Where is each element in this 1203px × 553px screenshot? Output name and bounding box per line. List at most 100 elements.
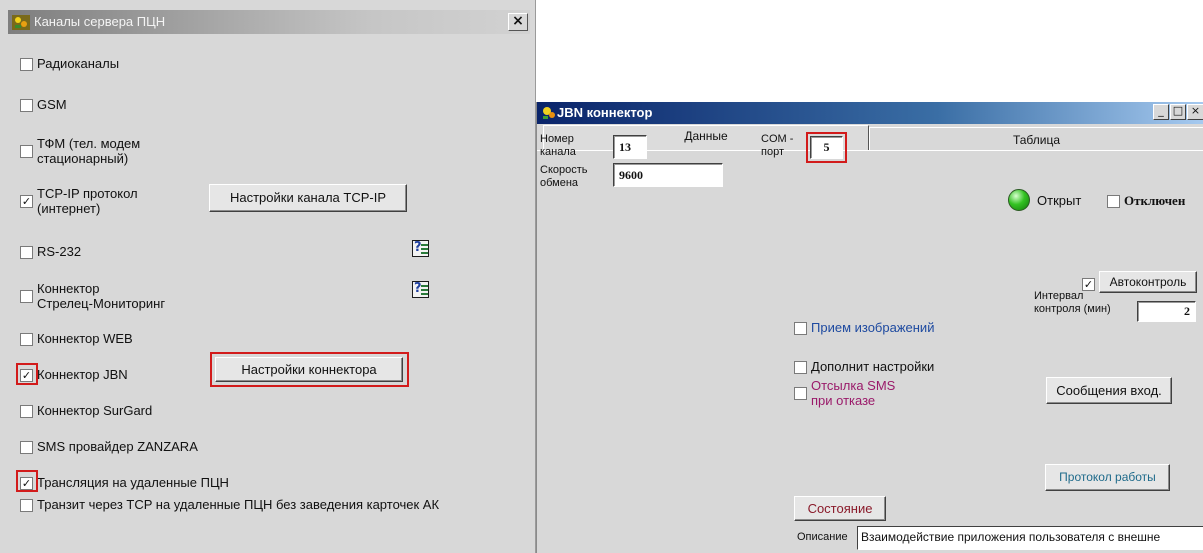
tab-table[interactable]: Таблица	[869, 127, 1203, 151]
jbn-titlebar[interactable]: JBN коннектор _ □ ×	[537, 102, 1203, 124]
app-icon	[12, 15, 30, 30]
description-label: Описание	[797, 531, 848, 543]
checkbox-autocontrol[interactable]: ✓	[1082, 276, 1095, 291]
label-line-1: TCP-IP протокол	[37, 186, 138, 201]
checkbox-jbn-connector[interactable]: ✓ Коннектор JBN	[20, 367, 128, 382]
server-channels-titlebar[interactable]: Каналы сервера ПЦН ×	[8, 10, 530, 34]
checkbox-label: Прием изображений	[811, 320, 935, 335]
checkbox-box[interactable]	[20, 405, 33, 418]
app-icon	[543, 107, 555, 119]
incoming-messages-button[interactable]: Сообщения вход.	[1046, 377, 1172, 404]
checkbox-tfm-modem[interactable]: ТФМ (тел. модем стационарный)	[20, 136, 140, 166]
checkbox-box[interactable]	[1107, 195, 1120, 208]
checkbox-tcp-ip[interactable]: ✓ TCP-IP протокол (интернет)	[20, 186, 138, 216]
checkbox-box-checked[interactable]: ✓	[20, 195, 33, 208]
checkbox-label: Коннектор SurGard	[37, 403, 153, 418]
checkbox-box[interactable]	[20, 290, 33, 303]
checkbox-rs232[interactable]: RS-232	[20, 244, 81, 259]
help-book-icon[interactable]: ?	[412, 281, 429, 298]
com-port-label: COM - порт	[761, 133, 793, 159]
label-line-2: Стрелец-Мониторинг	[37, 296, 166, 311]
status-led-icon	[1008, 189, 1030, 211]
label-line-2: при отказе	[811, 393, 876, 408]
checkbox-box[interactable]	[20, 499, 33, 512]
checkbox-box[interactable]	[20, 441, 33, 454]
label-line-2: канала	[540, 146, 576, 158]
checkbox-label: GSM	[37, 97, 67, 112]
work-protocol-button[interactable]: Протокол работы	[1045, 464, 1170, 491]
checkbox-box-checked[interactable]: ✓	[20, 477, 33, 490]
checkbox-box[interactable]	[794, 387, 807, 400]
checkbox-extra-settings[interactable]: Дополнит настройки	[794, 359, 934, 374]
window-title: JBN коннектор	[557, 105, 653, 120]
checkbox-label: ТФМ (тел. модем стационарный)	[37, 136, 140, 166]
label-line-1: Интервал	[1034, 290, 1084, 302]
checkbox-strelets-connector[interactable]: Коннектор Стрелец-Мониторинг	[20, 281, 165, 311]
checkbox-box[interactable]	[20, 145, 33, 158]
label-line-1: Номер	[540, 133, 574, 145]
checkbox-label: Коннектор WEB	[37, 331, 133, 346]
channel-number-field[interactable]: 13	[613, 135, 647, 159]
channel-label: Номер канала	[540, 133, 576, 159]
label-line-1: Скорость	[540, 164, 588, 176]
close-icon[interactable]: ×	[508, 13, 528, 31]
maximize-icon[interactable]: □	[1170, 104, 1186, 120]
interval-field[interactable]: 2	[1137, 301, 1196, 322]
interval-label: Интервал контроля (мин)	[1034, 290, 1111, 316]
autocontrol-button[interactable]: Автоконтроль	[1099, 271, 1197, 293]
checkbox-disabled[interactable]: Отключен	[1107, 193, 1185, 208]
jbn-connector-window: JBN коннектор _ □ × Данные Таблица Номер…	[536, 102, 1203, 553]
label-line-1: ТФМ (тел. модем	[37, 136, 141, 151]
icon-line	[421, 244, 428, 246]
checkbox-box[interactable]	[20, 333, 33, 346]
state-button[interactable]: Состояние	[794, 496, 886, 521]
checkbox-label: Коннектор Стрелец-Мониторинг	[37, 281, 165, 311]
label-line-2: контроля (мин)	[1034, 303, 1111, 315]
checkbox-surgard-connector[interactable]: Коннектор SurGard	[20, 403, 152, 418]
checkbox-box-checked[interactable]: ✓	[20, 369, 33, 382]
checkbox-label: Трансляция на удаленные ПЦН	[37, 475, 229, 490]
checkbox-label: Дополнит настройки	[811, 359, 935, 374]
icon-line	[421, 293, 428, 295]
checkbox-box[interactable]	[20, 246, 33, 259]
minimize-icon[interactable]: _	[1153, 104, 1169, 120]
checkbox-box[interactable]	[794, 361, 807, 374]
checkbox-label: Отключен	[1124, 193, 1186, 208]
icon-line	[421, 248, 428, 250]
checkbox-image-receive[interactable]: Прием изображений	[794, 320, 934, 335]
server-channels-window: Каналы сервера ПЦН × Радиоканалы GSM ТФМ…	[0, 0, 536, 553]
label-line-1: Отсылка SMS	[811, 378, 896, 393]
label-line-2: порт	[761, 146, 784, 158]
checkbox-label: Отсылка SMS при отказе	[811, 378, 895, 408]
checkbox-label: RS-232	[37, 244, 82, 259]
help-book-icon[interactable]: ?	[412, 240, 429, 257]
checkbox-tcp-transit[interactable]: Транзит через TCP на удаленные ПЦН без з…	[20, 497, 439, 512]
speed-label: Скорость обмена	[540, 164, 588, 190]
checkbox-gsm[interactable]: GSM	[20, 97, 67, 112]
checkbox-web-connector[interactable]: Коннектор WEB	[20, 331, 133, 346]
connector-settings-button[interactable]: Настройки коннектора	[215, 357, 403, 382]
icon-line	[421, 289, 428, 291]
speed-field[interactable]: 9600	[613, 163, 723, 187]
checkbox-relay-remote[interactable]: ✓ Трансляция на удаленные ПЦН	[20, 475, 229, 490]
label-line-2: стационарный)	[37, 151, 129, 166]
icon-line	[421, 252, 428, 254]
checkbox-box[interactable]	[20, 99, 33, 112]
status-text: Открыт	[1037, 193, 1082, 208]
label-line-2: (интернет)	[37, 201, 101, 216]
checkbox-label: SMS провайдер ZANZARA	[37, 439, 198, 454]
close-icon[interactable]: ×	[1187, 104, 1203, 120]
com-port-field[interactable]: 5	[810, 136, 843, 159]
checkbox-radio-channels[interactable]: Радиоканалы	[20, 56, 119, 71]
description-field[interactable]: Взаимодействие приложения пользователя с…	[857, 526, 1203, 550]
checkbox-box[interactable]	[20, 58, 33, 71]
label-line-2: обмена	[540, 177, 579, 189]
checkbox-sms-zanzara[interactable]: SMS провайдер ZANZARA	[20, 439, 198, 454]
checkbox-sms-on-fail[interactable]: Отсылка SMS при отказе	[794, 378, 895, 408]
checkbox-label: TCP-IP протокол (интернет)	[37, 186, 138, 216]
label-line-1: Коннектор	[37, 281, 100, 296]
checkbox-label: Радиоканалы	[37, 56, 120, 71]
checkbox-label: Транзит через TCP на удаленные ПЦН без з…	[37, 497, 440, 512]
checkbox-box[interactable]	[794, 322, 807, 335]
tcp-settings-button[interactable]: Настройки канала TCP-IP	[209, 184, 407, 212]
